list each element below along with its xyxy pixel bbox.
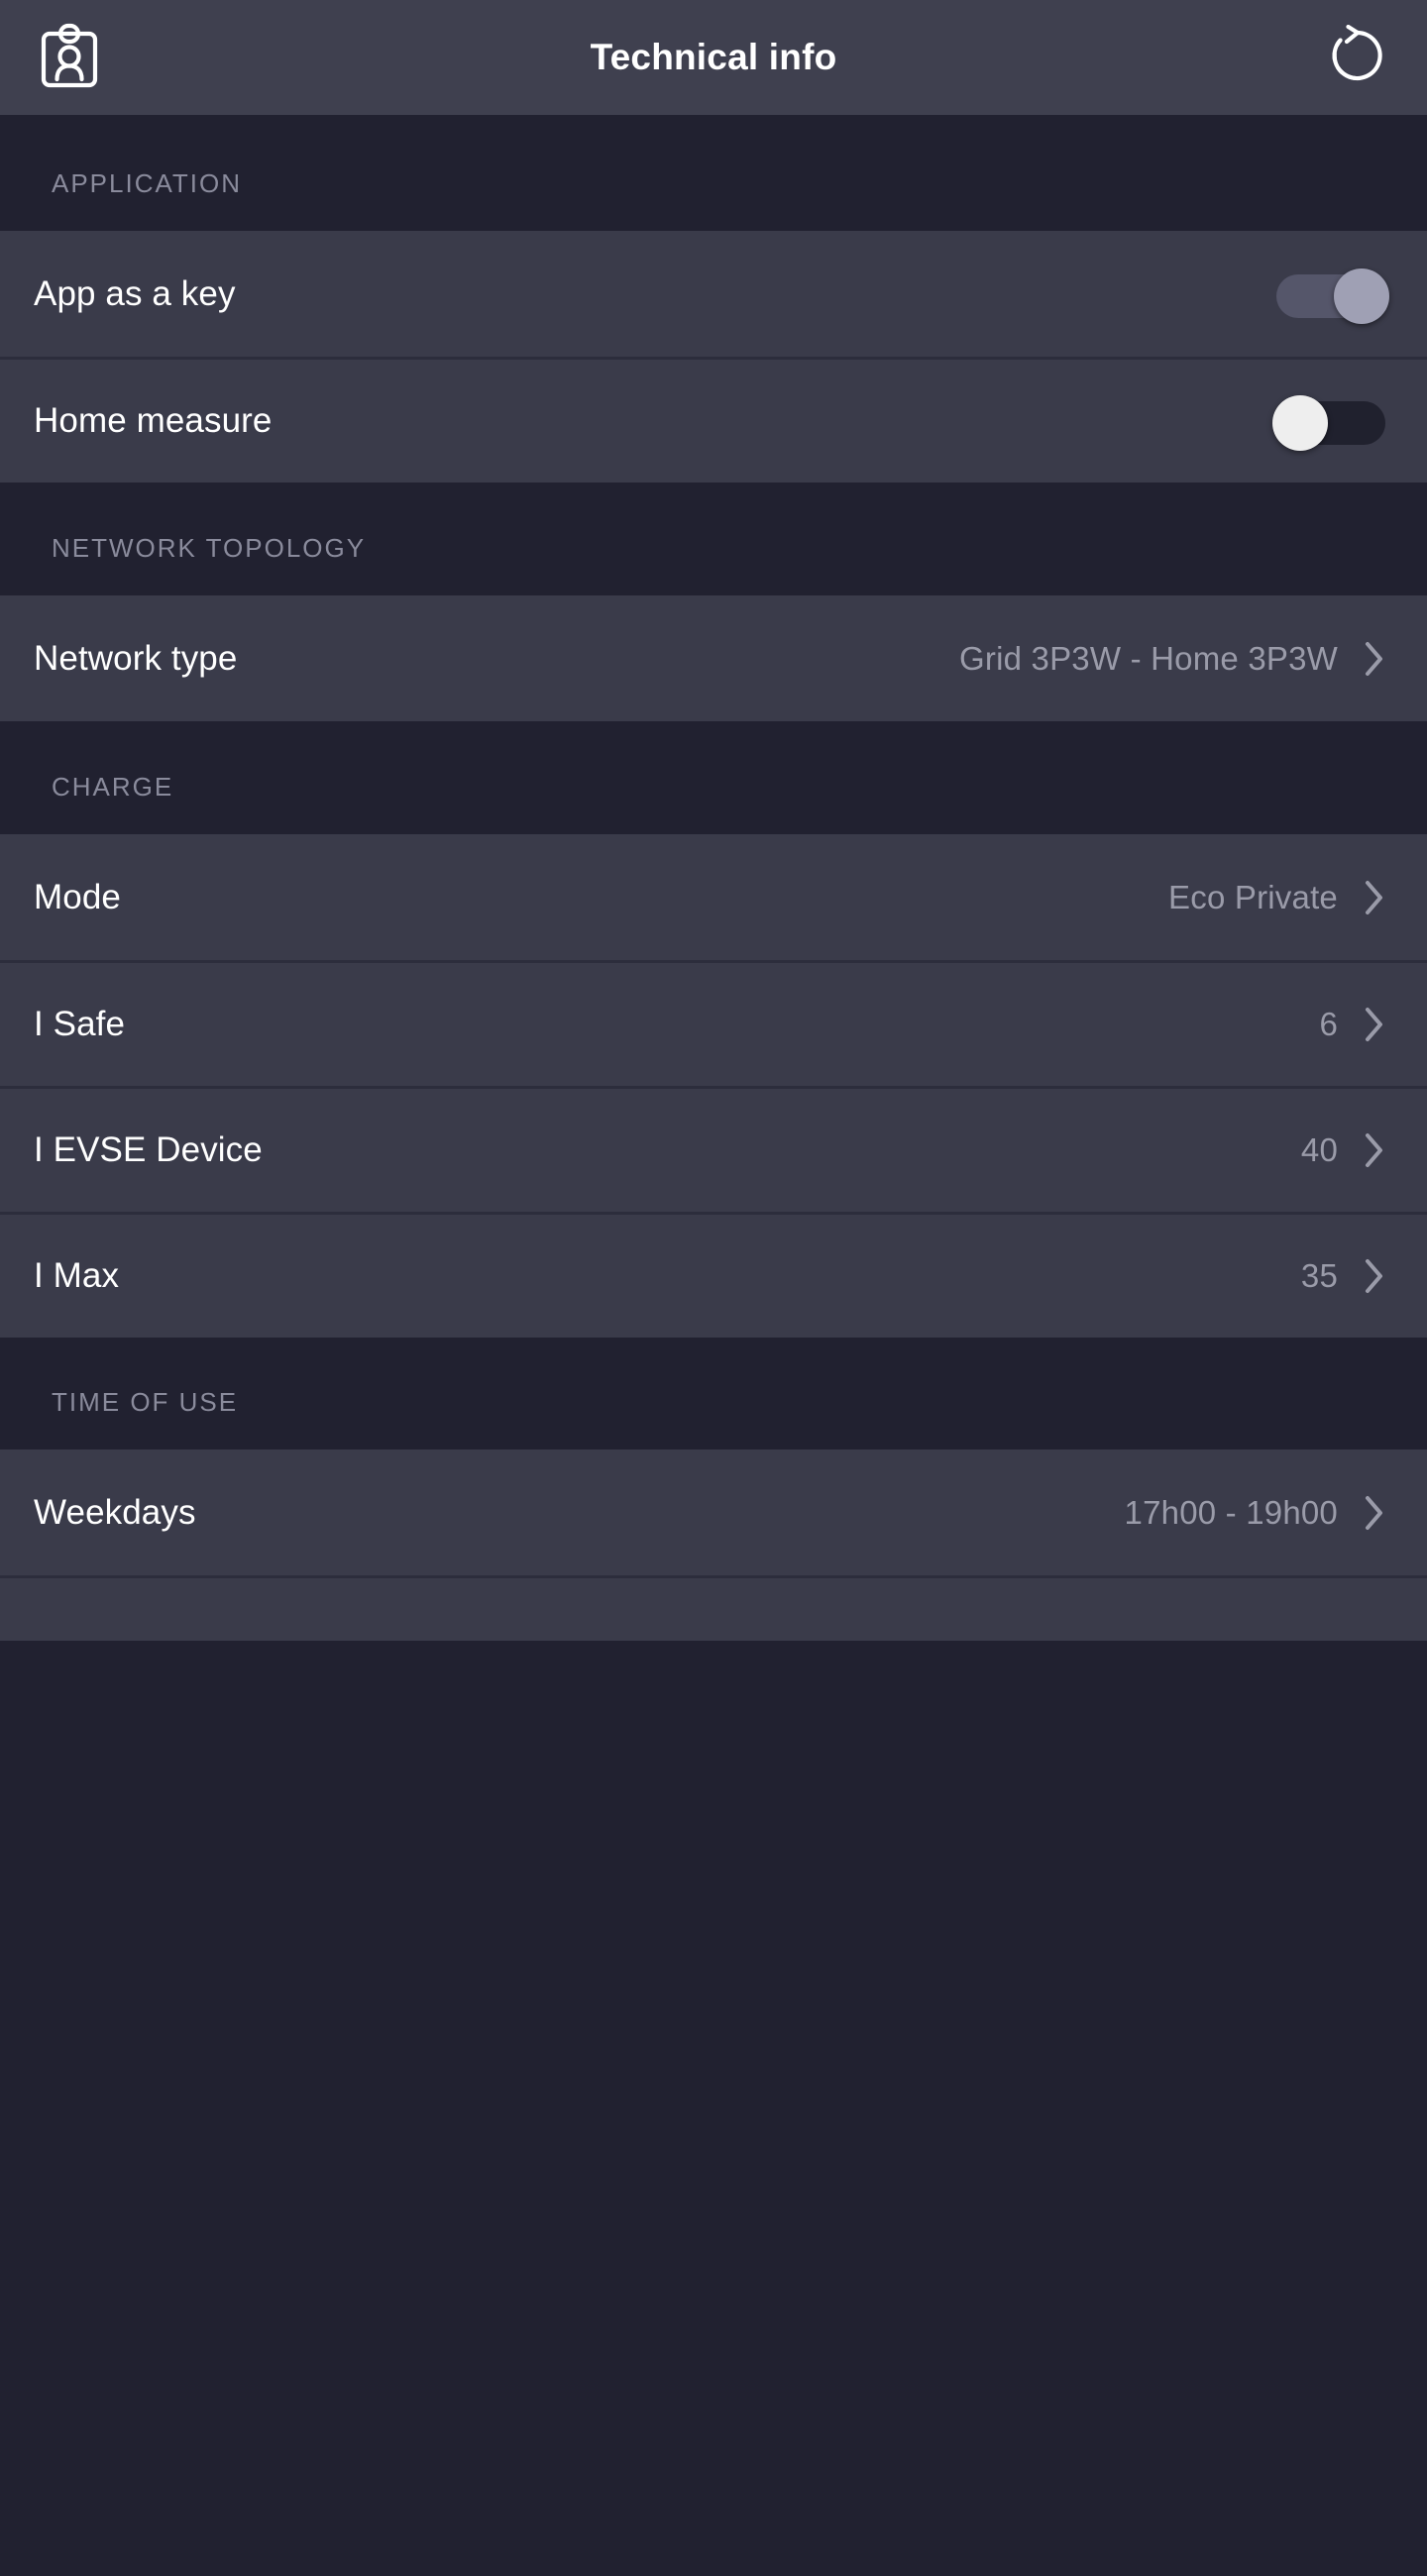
row-value: 35 — [1300, 1257, 1338, 1294]
row-value: 40 — [1300, 1131, 1338, 1168]
reset-refresh-button[interactable] — [1326, 24, 1389, 91]
section-rows-time-of-use: Weekdays 17h00 - 19h00 — [0, 1449, 1427, 1641]
row-value: 17h00 - 19h00 — [1124, 1493, 1338, 1531]
row-value: 6 — [1319, 1006, 1338, 1042]
chevron-right-icon — [1364, 879, 1385, 916]
technical-info-screen: Technical info APPLICATION App as a key — [0, 0, 1427, 2576]
toggle-thumb — [1272, 395, 1328, 451]
row-label: Weekdays — [34, 1492, 196, 1532]
row-next-partial[interactable] — [0, 1575, 1427, 1641]
row-label: Home measure — [34, 401, 273, 440]
row-app-as-a-key[interactable]: App as a key — [0, 231, 1427, 357]
row-label: I EVSE Device — [34, 1130, 263, 1169]
toggle-thumb — [1334, 268, 1389, 324]
section-title: TIME OF USE — [52, 1387, 239, 1417]
row-label: Network type — [34, 638, 238, 678]
toggle-app-as-a-key[interactable] — [1276, 268, 1389, 324]
row-i-max[interactable]: I Max 35 — [0, 1212, 1427, 1338]
section-title: NETWORK TOPOLOGY — [52, 533, 367, 563]
section-header-charge: CHARGE — [0, 721, 1427, 834]
section-title: CHARGE — [52, 772, 174, 802]
row-label: App as a key — [34, 273, 236, 313]
row-home-measure[interactable]: Home measure — [0, 357, 1427, 483]
id-badge-button[interactable] — [38, 23, 101, 89]
section-header-network-topology: NETWORK TOPOLOGY — [0, 483, 1427, 595]
app-bar: Technical info — [0, 0, 1427, 115]
row-i-safe[interactable]: I Safe 6 — [0, 960, 1427, 1086]
row-label: I Safe — [34, 1005, 126, 1043]
section-header-application: APPLICATION — [0, 115, 1427, 231]
row-network-type[interactable]: Network type Grid 3P3W - Home 3P3W — [0, 595, 1427, 721]
section-rows-charge: Mode Eco Private I Safe 6 I EVSE Device … — [0, 834, 1427, 1338]
chevron-right-icon — [1364, 1006, 1385, 1043]
chevron-right-icon — [1364, 1494, 1385, 1532]
row-mode[interactable]: Mode Eco Private — [0, 834, 1427, 960]
chevron-right-icon — [1364, 1131, 1385, 1169]
toggle-home-measure[interactable] — [1272, 395, 1385, 451]
row-i-evse-device[interactable]: I EVSE Device 40 — [0, 1086, 1427, 1212]
page-title: Technical info — [590, 37, 837, 77]
section-rows-network-topology: Network type Grid 3P3W - Home 3P3W — [0, 595, 1427, 721]
section-header-time-of-use: TIME OF USE — [0, 1338, 1427, 1449]
row-value: Eco Private — [1168, 878, 1338, 915]
row-weekdays[interactable]: Weekdays 17h00 - 19h00 — [0, 1449, 1427, 1575]
reset-refresh-icon — [1327, 24, 1388, 91]
chevron-right-icon — [1364, 1257, 1385, 1295]
section-title: APPLICATION — [52, 168, 243, 198]
row-value: Grid 3P3W - Home 3P3W — [959, 639, 1338, 677]
section-rows-application: App as a key Home measure — [0, 231, 1427, 483]
chevron-right-icon — [1364, 640, 1385, 678]
row-label: Mode — [34, 877, 121, 916]
id-badge-icon — [41, 23, 98, 93]
row-label: I Max — [34, 1256, 120, 1295]
